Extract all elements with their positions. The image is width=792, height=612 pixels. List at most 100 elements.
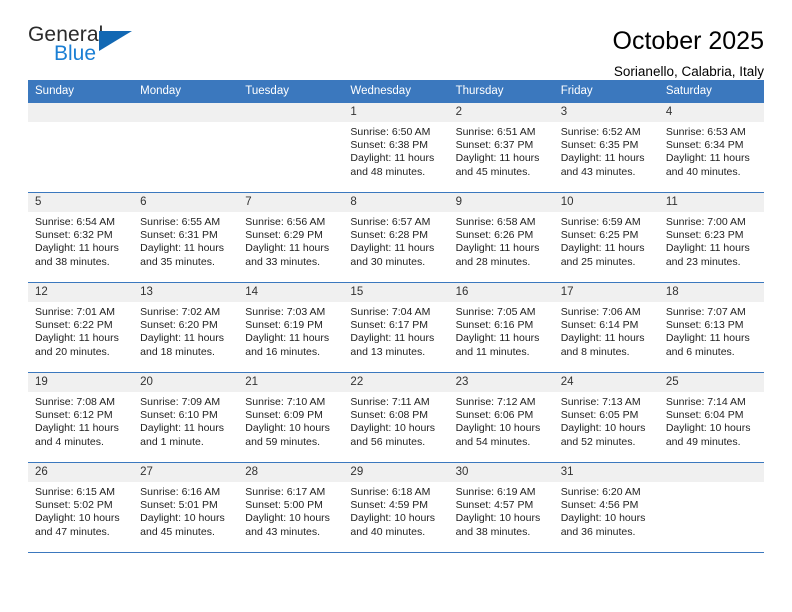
calendar-day-cell[interactable]: 20 Sunrise: 7:09 AM Sunset: 6:10 PM Dayligh… xyxy=(133,372,239,463)
calendar-day-cell[interactable]: 3 Sunrise: 6:52 AM Sunset: 6:35 PM Daylight… xyxy=(553,102,659,193)
day-cell-inner: 2 Sunrise: 6:51 AM Sunset: 6:37 PM Daylight… xyxy=(448,103,554,192)
calendar-day-cell[interactable]: 27 Sunrise: 6:16 AM Sunset: 5:01 PM Dayligh… xyxy=(133,462,239,553)
calendar-day-cell[interactable]: 29 Sunrise: 6:18 AM Sunset: 4:59 PM Dayligh… xyxy=(343,462,449,553)
calendar-day-cell[interactable]: 26 Sunrise: 6:15 AM Sunset: 5:02 PM Dayligh… xyxy=(28,462,134,553)
day-cell-inner xyxy=(28,103,134,192)
calendar-day-cell[interactable]: 2 Sunrise: 6:51 AM Sunset: 6:37 PM Daylight… xyxy=(448,102,554,193)
day-number: 17 xyxy=(553,283,659,302)
day-cell-inner: 30 Sunrise: 6:19 AM Sunset: 4:57 PM Dayligh… xyxy=(448,463,554,552)
calendar-day-cell[interactable]: 21 Sunrise: 7:10 AM Sunset: 6:09 PM Dayligh… xyxy=(238,372,344,463)
calendar-day-cell-empty xyxy=(658,462,764,553)
day-cell-inner: 11 Sunrise: 7:00 AM Sunset: 6:23 PM Dayligh… xyxy=(658,193,764,282)
daylight-text: Daylight: 10 hours and 54 minutes. xyxy=(455,422,541,448)
calendar-day-cell[interactable]: 7 Sunrise: 6:56 AM Sunset: 6:29 PM Daylight… xyxy=(238,192,344,283)
day-cell-inner: 19 Sunrise: 7:08 AM Sunset: 6:12 PM Dayligh… xyxy=(28,373,134,462)
day-number: 6 xyxy=(133,193,239,212)
day-cell-inner: 26 Sunrise: 6:15 AM Sunset: 5:02 PM Dayligh… xyxy=(28,463,134,552)
calendar-day-cell[interactable]: 23 Sunrise: 7:12 AM Sunset: 6:06 PM Dayligh… xyxy=(448,372,554,463)
daylight-text: Daylight: 11 hours and 48 minutes. xyxy=(350,152,435,178)
calendar-day-cell[interactable]: 10 Sunrise: 6:59 AM Sunset: 6:25 PM Dayligh… xyxy=(553,192,659,283)
sunset-text: Sunset: 6:29 PM xyxy=(245,229,323,242)
weekday-header-saturday: Saturday xyxy=(658,80,764,103)
daylight-text: Daylight: 11 hours and 16 minutes. xyxy=(245,332,330,358)
general-blue-logo[interactable]: General Blue xyxy=(28,24,148,72)
calendar-day-cell[interactable]: 4 Sunrise: 6:53 AM Sunset: 6:34 PM Daylight… xyxy=(658,102,764,193)
day-number: 10 xyxy=(553,193,659,212)
day-cell-inner: 18 Sunrise: 7:07 AM Sunset: 6:13 PM Dayligh… xyxy=(658,283,764,372)
day-details: Sunrise: 6:50 AM Sunset: 6:38 PM Daylight:… xyxy=(343,122,448,179)
day-cell-inner: 17 Sunrise: 7:06 AM Sunset: 6:14 PM Dayligh… xyxy=(553,283,659,372)
day-cell-inner xyxy=(658,463,764,552)
sunset-text: Sunset: 6:13 PM xyxy=(665,319,744,332)
calendar-week-row: 1 Sunrise: 6:50 AM Sunset: 6:38 PM Daylight… xyxy=(28,102,764,193)
calendar-day-cell-empty xyxy=(28,102,134,193)
sunrise-text: Sunrise: 7:12 AM xyxy=(455,396,536,408)
sunrise-text: Sunrise: 6:18 AM xyxy=(350,486,431,498)
calendar-day-cell[interactable]: 19 Sunrise: 7:08 AM Sunset: 6:12 PM Dayligh… xyxy=(28,372,134,463)
calendar-day-cell[interactable]: 25 Sunrise: 7:14 AM Sunset: 6:04 PM Dayligh… xyxy=(658,372,764,463)
sunset-text: Sunset: 6:10 PM xyxy=(140,409,218,422)
day-details: Sunrise: 6:57 AM Sunset: 6:28 PM Daylight:… xyxy=(343,212,448,269)
calendar-day-cell[interactable]: 17 Sunrise: 7:06 AM Sunset: 6:14 PM Dayligh… xyxy=(553,282,659,373)
calendar-day-cell[interactable]: 1 Sunrise: 6:50 AM Sunset: 6:38 PM Daylight… xyxy=(343,102,449,193)
day-number: 12 xyxy=(28,283,134,302)
calendar-day-cell[interactable]: 24 Sunrise: 7:13 AM Sunset: 6:05 PM Dayligh… xyxy=(553,372,659,463)
day-cell-inner: 24 Sunrise: 7:13 AM Sunset: 6:05 PM Dayligh… xyxy=(553,373,659,462)
day-number xyxy=(133,103,239,122)
day-number: 21 xyxy=(238,373,344,392)
day-number: 15 xyxy=(343,283,449,302)
calendar-day-cell[interactable]: 14 Sunrise: 7:03 AM Sunset: 6:19 PM Dayligh… xyxy=(238,282,344,373)
day-number: 20 xyxy=(133,373,239,392)
calendar-day-cell[interactable]: 8 Sunrise: 6:57 AM Sunset: 6:28 PM Daylight… xyxy=(343,192,449,283)
calendar-day-cell[interactable]: 9 Sunrise: 6:58 AM Sunset: 6:26 PM Daylight… xyxy=(448,192,554,283)
day-details: Sunrise: 6:55 AM Sunset: 6:31 PM Daylight:… xyxy=(133,212,238,269)
day-details: Sunrise: 7:13 AM Sunset: 6:05 PM Daylight:… xyxy=(554,392,659,449)
daylight-text: Daylight: 11 hours and 38 minutes. xyxy=(35,242,119,268)
day-cell-inner: 29 Sunrise: 6:18 AM Sunset: 4:59 PM Dayligh… xyxy=(343,463,449,552)
calendar-day-cell[interactable]: 5 Sunrise: 6:54 AM Sunset: 6:32 PM Daylight… xyxy=(28,192,134,283)
calendar-day-cell[interactable]: 12 Sunrise: 7:01 AM Sunset: 6:22 PM Dayligh… xyxy=(28,282,134,373)
calendar-day-cell[interactable]: 22 Sunrise: 7:11 AM Sunset: 6:08 PM Dayligh… xyxy=(343,372,449,463)
calendar-day-cell[interactable]: 16 Sunrise: 7:05 AM Sunset: 6:16 PM Dayligh… xyxy=(448,282,554,373)
day-number: 8 xyxy=(343,193,449,212)
calendar-day-cell[interactable]: 11 Sunrise: 7:00 AM Sunset: 6:23 PM Dayligh… xyxy=(658,192,764,283)
sunrise-text: Sunrise: 7:11 AM xyxy=(350,396,430,408)
daylight-text: Daylight: 10 hours and 49 minutes. xyxy=(665,422,751,448)
page-title: October 2025 xyxy=(612,27,765,55)
sunrise-sunset-calendar: Sunday Monday Tuesday Wednesday Thursday… xyxy=(28,80,764,553)
daylight-text: Daylight: 11 hours and 35 minutes. xyxy=(140,242,224,268)
day-details: Sunrise: 7:05 AM Sunset: 6:16 PM Daylight:… xyxy=(449,302,554,359)
sunset-text: Sunset: 6:32 PM xyxy=(35,229,113,242)
daylight-text: Daylight: 11 hours and 43 minutes. xyxy=(560,152,645,178)
sunset-text: Sunset: 6:17 PM xyxy=(350,319,429,332)
sunset-text: Sunset: 6:25 PM xyxy=(560,229,639,242)
day-details: Sunrise: 6:15 AM Sunset: 5:02 PM Daylight:… xyxy=(28,482,133,539)
day-number: 19 xyxy=(28,373,134,392)
day-cell-inner: 6 Sunrise: 6:55 AM Sunset: 6:31 PM Daylight… xyxy=(133,193,239,282)
day-cell-inner: 5 Sunrise: 6:54 AM Sunset: 6:32 PM Daylight… xyxy=(28,193,134,282)
day-number: 28 xyxy=(238,463,344,482)
day-number: 30 xyxy=(448,463,554,482)
calendar-day-cell[interactable]: 28 Sunrise: 6:17 AM Sunset: 5:00 PM Dayligh… xyxy=(238,462,344,553)
daylight-text: Daylight: 11 hours and 45 minutes. xyxy=(455,152,540,178)
sunrise-text: Sunrise: 6:52 AM xyxy=(560,126,641,138)
day-details: Sunrise: 6:18 AM Sunset: 4:59 PM Daylight:… xyxy=(343,482,448,539)
calendar-day-cell[interactable]: 6 Sunrise: 6:55 AM Sunset: 6:31 PM Daylight… xyxy=(133,192,239,283)
calendar-day-cell[interactable]: 30 Sunrise: 6:19 AM Sunset: 4:57 PM Dayligh… xyxy=(448,462,554,553)
calendar-day-cell[interactable]: 15 Sunrise: 7:04 AM Sunset: 6:17 PM Dayligh… xyxy=(343,282,449,373)
sunrise-text: Sunrise: 7:14 AM xyxy=(665,396,746,408)
calendar-day-cell-empty xyxy=(238,102,344,193)
day-cell-inner: 31 Sunrise: 6:20 AM Sunset: 4:56 PM Dayligh… xyxy=(553,463,659,552)
daylight-text: Daylight: 11 hours and 28 minutes. xyxy=(455,242,540,268)
sunset-text: Sunset: 5:00 PM xyxy=(245,499,323,512)
sunrise-text: Sunrise: 6:58 AM xyxy=(455,216,536,228)
calendar-day-cell[interactable]: 18 Sunrise: 7:07 AM Sunset: 6:13 PM Dayligh… xyxy=(658,282,764,373)
day-details: Sunrise: 6:19 AM Sunset: 4:57 PM Daylight:… xyxy=(449,482,554,539)
calendar-day-cell[interactable]: 31 Sunrise: 6:20 AM Sunset: 4:56 PM Dayligh… xyxy=(553,462,659,553)
sunset-text: Sunset: 6:37 PM xyxy=(455,139,534,152)
day-number: 7 xyxy=(238,193,344,212)
weekday-header-friday: Friday xyxy=(553,80,659,103)
day-number: 4 xyxy=(658,103,764,122)
calendar-day-cell[interactable]: 13 Sunrise: 7:02 AM Sunset: 6:20 PM Dayligh… xyxy=(133,282,239,373)
sunset-text: Sunset: 6:23 PM xyxy=(665,229,744,242)
